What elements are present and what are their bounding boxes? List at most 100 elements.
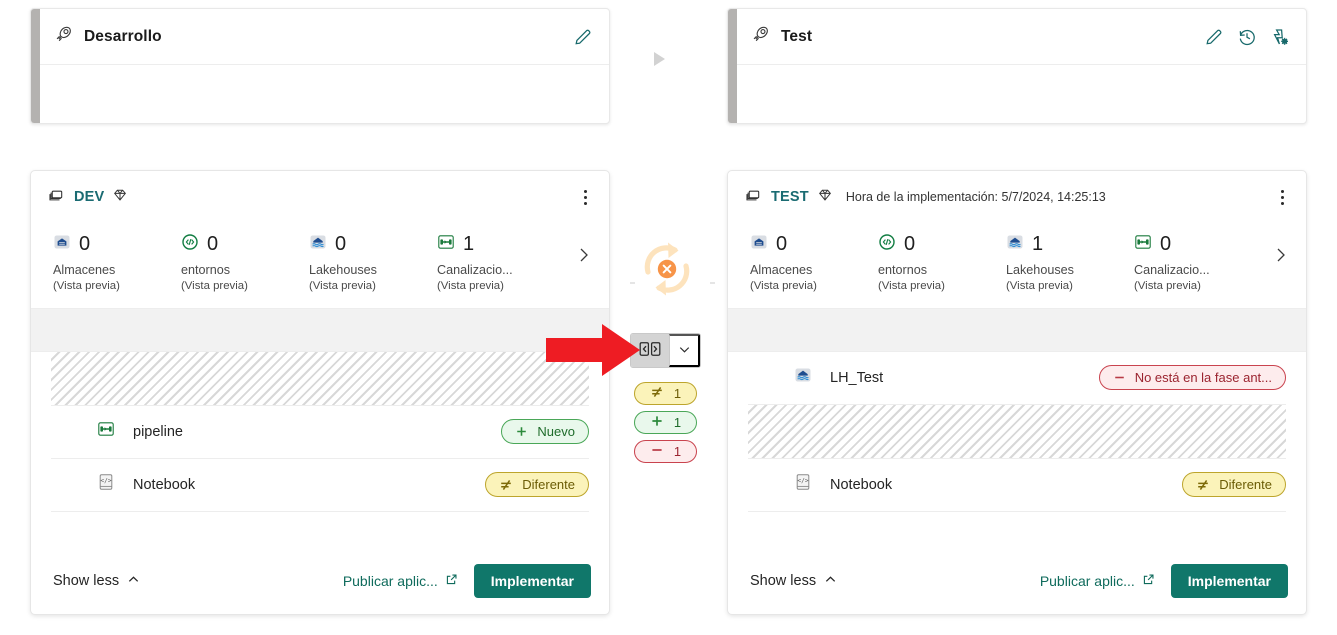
deployment-card-test: TEST Hora de la implementación: 5/7/2024…: [727, 170, 1307, 615]
badge-label: Diferente: [1219, 477, 1272, 493]
metric-label: Lakehouses: [309, 263, 377, 277]
filter-band: [728, 307, 1306, 352]
rocket-icon: [54, 25, 73, 49]
plus-icon: [515, 425, 528, 438]
publish-app-link[interactable]: Publicar aplic...: [343, 573, 458, 589]
red-arrow-annotation: [546, 322, 642, 378]
diamond-capacity-icon: [817, 187, 833, 208]
chevron-up-icon: [824, 573, 837, 590]
metric-label: Almacenes: [53, 263, 116, 277]
metric-sublabel: (Vista previa): [878, 279, 945, 292]
badge-label: Nuevo: [537, 424, 575, 440]
footer-actions: Publicar aplic... Implementar: [1040, 564, 1288, 598]
metric-environments[interactable]: 0 entornos (Vista previa): [878, 231, 1006, 294]
warehouse-icon: [750, 233, 768, 256]
show-less-button[interactable]: Show less: [750, 573, 837, 590]
pipeline-icon: [437, 233, 455, 256]
metric-label: Canalizacio...: [437, 263, 513, 277]
compare-options-dropdown[interactable]: [669, 334, 700, 367]
badge-label: Diferente: [522, 477, 575, 493]
not-equal-icon: [650, 385, 664, 402]
workspace-icon: [745, 186, 762, 208]
edit-pencil-icon[interactable]: [573, 27, 593, 47]
metrics-next-chevron-icon[interactable]: [1272, 245, 1290, 279]
deployment-card-dev: DEV 0 Almacenes (Vista previa) 0 entorno…: [30, 170, 610, 615]
chevron-down-icon: [677, 342, 692, 360]
metric-label: Almacenes: [750, 263, 813, 277]
stage-title: Test: [781, 27, 813, 45]
stage-accent-bar: [728, 9, 737, 123]
table-row[interactable]: pipeline Nuevo: [51, 406, 589, 459]
metric-label: entornos: [181, 263, 231, 277]
diff-badge-different[interactable]: 1: [634, 382, 697, 405]
metrics-row: 0 Almacenes (Vista previa) 0 entornos (V…: [31, 223, 609, 308]
filter-band: [31, 307, 609, 352]
status-badge: Diferente: [1182, 472, 1286, 498]
external-link-icon: [1142, 573, 1155, 589]
deployment-history-icon[interactable]: [1237, 27, 1257, 47]
metric-count: 0: [1160, 232, 1172, 255]
minus-icon: [650, 443, 664, 460]
metric-label: Canalizacio...: [1134, 263, 1210, 277]
metric-warehouses[interactable]: 0 Almacenes (Vista previa): [750, 231, 878, 294]
table-row[interactable]: LH_Test No está en la fase ant...: [748, 352, 1286, 405]
badge-label: No está en la fase ant...: [1134, 370, 1272, 386]
more-options-button[interactable]: [580, 185, 591, 210]
metric-count: 0: [776, 232, 788, 255]
metric-sublabel: (Vista previa): [309, 279, 376, 292]
edit-pencil-icon[interactable]: [1204, 27, 1224, 47]
deploy-button[interactable]: Implementar: [473, 564, 591, 598]
stage-header-actions: [573, 27, 593, 47]
stage-header-card-test[interactable]: Test: [727, 8, 1307, 124]
table-row[interactable]: </> Notebook Diferente: [748, 459, 1286, 512]
publish-app-label: Publicar aplic...: [1039, 573, 1135, 589]
not-equal-icon: [1196, 478, 1210, 492]
publish-app-label: Publicar aplic...: [342, 573, 438, 589]
metric-lakehouses[interactable]: 0 Lakehouses (Vista previa): [309, 231, 437, 294]
chevron-up-icon: [127, 573, 140, 590]
stage-flow-arrow-icon: [654, 52, 665, 66]
diff-badge-count: 1: [673, 386, 682, 401]
metric-pipelines[interactable]: 0 Canalizacio... (Vista previa): [1134, 231, 1262, 294]
minus-icon: [1113, 371, 1126, 384]
card-footer: Show less Publicar aplic... Implementar: [728, 548, 1306, 614]
connector-dash-right: [710, 282, 715, 284]
footer-actions: Publicar aplic... Implementar: [343, 564, 591, 598]
table-row[interactable]: </> Notebook Diferente: [51, 459, 589, 512]
environment-icon: [181, 233, 199, 256]
metric-pipelines[interactable]: 1 Canalizacio... (Vista previa): [437, 231, 565, 294]
stage-accent-bar: [31, 9, 40, 123]
plus-icon: [650, 414, 664, 431]
more-options-button[interactable]: [1277, 185, 1288, 210]
placeholder-row-striped: [51, 351, 589, 406]
item-name: LH_Test: [830, 369, 884, 386]
metric-environments[interactable]: 0 entornos (Vista previa): [181, 231, 309, 294]
metric-sublabel: (Vista previa): [437, 279, 504, 292]
external-link-icon: [445, 573, 458, 589]
publish-app-link[interactable]: Publicar aplic...: [1040, 573, 1155, 589]
stage-settings-icon[interactable]: [1270, 27, 1290, 47]
card-footer: Show less Publicar aplic... Implementar: [31, 548, 609, 614]
metric-sublabel: (Vista previa): [181, 279, 248, 292]
stage-header: Desarrollo: [40, 9, 609, 65]
stage-header: Test: [737, 9, 1306, 65]
workspace-icon: [48, 186, 65, 208]
diff-badge-new[interactable]: 1: [634, 411, 697, 434]
metric-count: 1: [1032, 232, 1044, 255]
environment-icon: [878, 233, 896, 256]
metric-lakehouses[interactable]: 1 Lakehouses (Vista previa): [1006, 231, 1134, 294]
lakehouse-icon: [309, 233, 327, 256]
diff-badge-missing[interactable]: 1: [634, 440, 697, 463]
show-less-label: Show less: [750, 573, 817, 589]
show-less-button[interactable]: Show less: [53, 573, 140, 590]
pipeline-icon: [1134, 233, 1152, 256]
stage-header-card-dev[interactable]: Desarrollo: [30, 8, 610, 124]
metrics-next-chevron-icon[interactable]: [575, 245, 593, 279]
deployment-card-header: TEST Hora de la implementación: 5/7/2024…: [728, 171, 1306, 223]
diamond-capacity-icon: [112, 187, 128, 208]
not-equal-icon: [499, 478, 513, 492]
metric-warehouses[interactable]: 0 Almacenes (Vista previa): [53, 231, 181, 294]
metric-label: Lakehouses: [1006, 263, 1074, 277]
sync-failed-icon[interactable]: [638, 240, 696, 303]
deploy-button[interactable]: Implementar: [1170, 564, 1288, 598]
